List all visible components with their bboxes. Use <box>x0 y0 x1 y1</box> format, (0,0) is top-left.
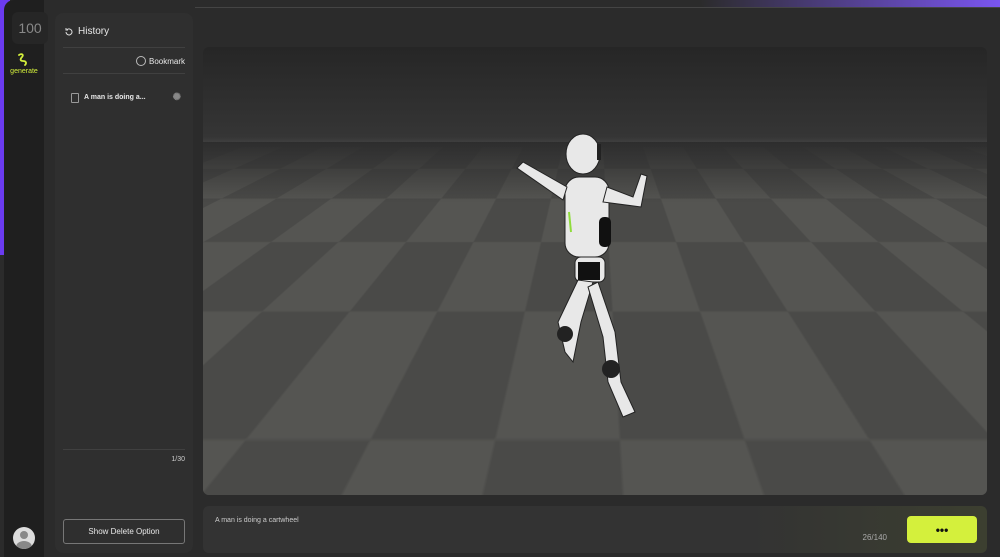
generate-button[interactable]: ••• <box>907 516 977 543</box>
bookmark-label: Bookmark <box>148 56 185 66</box>
character-count: 26/140 <box>862 533 887 542</box>
list-item[interactable]: A man is doing a... ✺ <box>71 92 181 103</box>
show-delete-option-button[interactable]: Show Delete Option <box>63 519 185 544</box>
divider <box>63 449 185 450</box>
generate-nav-item[interactable]: generate <box>6 52 42 75</box>
history-item-label: A man is doing a... <box>84 94 146 101</box>
bookmark-icon[interactable] <box>71 92 79 103</box>
top-bar <box>195 0 1000 8</box>
generate-icon <box>18 53 27 66</box>
history-icon <box>65 27 73 35</box>
divider <box>63 47 185 48</box>
pagination: 1/30 <box>171 456 185 463</box>
credit-counter[interactable]: 100 <box>12 12 48 44</box>
prompt-input[interactable]: A man is doing a cartwheel <box>215 517 299 524</box>
prompt-bar: A man is doing a cartwheel 26/140 ••• <box>203 506 987 553</box>
sidebar-rail <box>4 0 44 557</box>
history-title: History <box>64 26 109 37</box>
bookmark-radio-icon <box>135 56 146 66</box>
loading-spinner-icon: ✺ <box>172 92 181 103</box>
history-title-text: History <box>78 26 110 37</box>
3d-viewport[interactable] <box>203 47 987 495</box>
divider <box>63 73 185 74</box>
bookmark-filter[interactable]: Bookmark <box>135 56 185 66</box>
robot-character <box>516 133 648 418</box>
generate-label: generate <box>10 68 38 75</box>
avatar[interactable] <box>13 527 35 549</box>
history-panel: History Bookmark A man is doing a... ✺ 1… <box>55 13 193 553</box>
